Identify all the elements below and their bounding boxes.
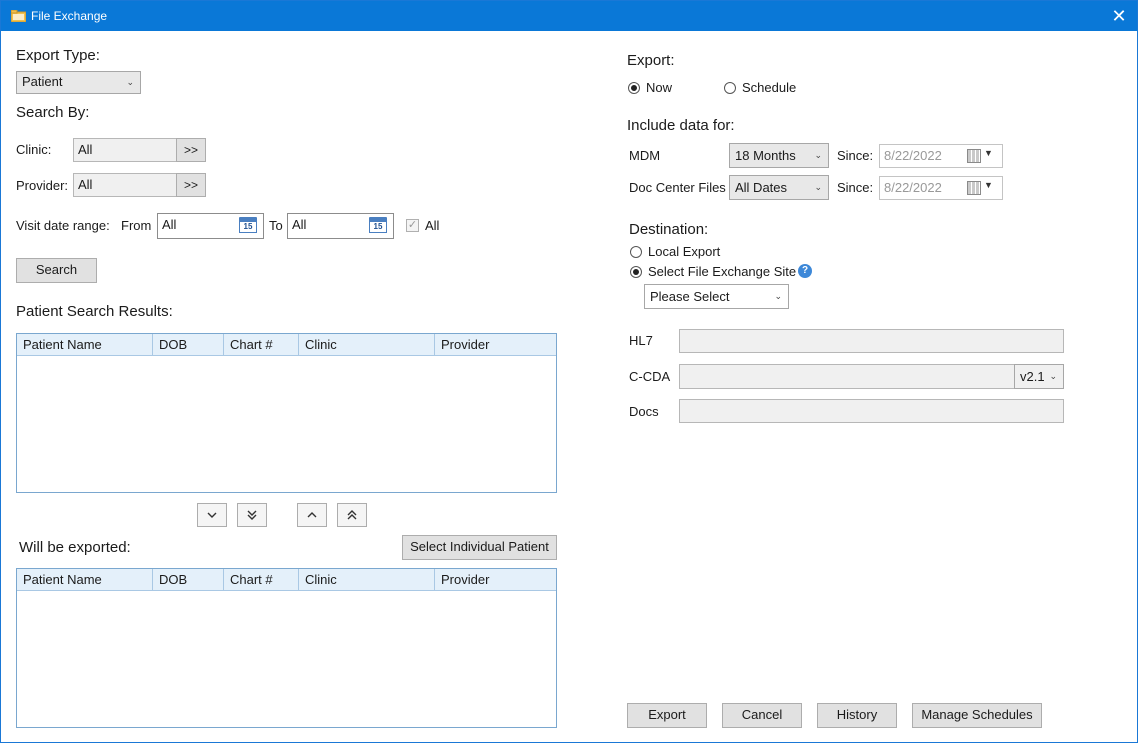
hl7-label: HL7 xyxy=(629,333,653,348)
mdm-since-label: Since: xyxy=(837,148,874,163)
provider-value: All xyxy=(78,177,93,192)
clinic-field[interactable]: All xyxy=(73,138,177,162)
local-export-radio[interactable] xyxy=(630,246,642,258)
hl7-field[interactable] xyxy=(679,329,1064,353)
column-clinic[interactable]: Clinic xyxy=(299,334,435,355)
column-clinic[interactable]: Clinic xyxy=(299,569,435,590)
calendar-icon[interactable] xyxy=(967,149,981,163)
will-be-exported-label: Will be exported: xyxy=(19,539,131,556)
chevron-down-icon: ⌄ xyxy=(1049,371,1057,381)
visit-date-range-label: Visit date range: xyxy=(16,218,110,233)
to-date-value: All xyxy=(292,217,307,232)
all-dates-label: All xyxy=(425,218,440,233)
ccda-field[interactable] xyxy=(679,364,1015,389)
column-patient-name[interactable]: Patient Name xyxy=(17,569,153,590)
mdm-range-value: 18 Months xyxy=(735,148,796,163)
chevron-down-icon: ⌄ xyxy=(814,182,822,192)
mdm-range-select[interactable]: 18 Months ⌄ xyxy=(729,143,829,168)
move-all-up-icon[interactable] xyxy=(337,503,367,527)
calendar-icon[interactable]: 15 xyxy=(369,217,387,233)
chevron-down-icon: ⌄ xyxy=(774,291,782,301)
doc-center-range-value: All Dates xyxy=(735,180,788,195)
calendar-icon[interactable] xyxy=(967,181,981,195)
column-dob[interactable]: DOB xyxy=(153,569,224,590)
mdm-since-value: 8/22/2022 xyxy=(884,148,942,163)
clinic-picker-button[interactable]: >> xyxy=(176,138,206,162)
file-exchange-window: File Exchange ✕ Export Type: Patient ⌄ S… xyxy=(0,0,1138,743)
column-chart[interactable]: Chart # xyxy=(224,569,299,590)
export-type-select[interactable]: Patient ⌄ xyxy=(16,71,141,94)
column-chart[interactable]: Chart # xyxy=(224,334,299,355)
file-exchange-site-select[interactable]: Please Select ⌄ xyxy=(644,284,789,309)
from-label: From xyxy=(121,218,152,233)
destination-label: Destination: xyxy=(629,221,709,238)
select-individual-patient-button[interactable]: Select Individual Patient xyxy=(402,535,557,560)
calendar-icon[interactable]: 15 xyxy=(239,217,257,233)
to-label: To xyxy=(269,218,283,233)
column-dob[interactable]: DOB xyxy=(153,334,224,355)
column-provider[interactable]: Provider xyxy=(435,334,556,355)
include-data-label: Include data for: xyxy=(627,117,735,134)
doc-since-value: 8/22/2022 xyxy=(884,180,942,195)
all-dates-checkbox[interactable]: ✓ xyxy=(406,219,419,232)
export-button[interactable]: Export xyxy=(627,703,707,728)
local-export-label: Local Export xyxy=(648,244,721,259)
chevron-down-icon: ⌄ xyxy=(814,150,822,160)
export-schedule-radio[interactable] xyxy=(724,82,736,94)
window-title: File Exchange xyxy=(31,9,108,23)
column-provider[interactable]: Provider xyxy=(435,569,556,590)
doc-since-label: Since: xyxy=(837,180,874,195)
export-type-value: Patient xyxy=(22,74,63,89)
chevron-down-icon[interactable]: ▼ xyxy=(984,180,993,190)
export-label: Export: xyxy=(627,52,675,69)
export-type-label: Export Type: xyxy=(16,47,100,64)
move-up-icon[interactable] xyxy=(297,503,327,527)
provider-field[interactable]: All xyxy=(73,173,177,197)
help-icon[interactable]: ? xyxy=(798,264,812,278)
folder-icon xyxy=(11,10,26,22)
move-all-down-icon[interactable] xyxy=(237,503,267,527)
cancel-button[interactable]: Cancel xyxy=(722,703,802,728)
column-patient-name[interactable]: Patient Name xyxy=(17,334,153,355)
docs-field[interactable] xyxy=(679,399,1064,423)
ccda-version-select[interactable]: v2.1 ⌄ xyxy=(1014,364,1064,389)
patient-search-results-label: Patient Search Results: xyxy=(16,303,173,320)
search-button[interactable]: Search xyxy=(16,258,97,283)
table-header: Patient Name DOB Chart # Clinic Provider xyxy=(17,334,556,356)
calendar-day: 15 xyxy=(369,221,387,233)
file-exchange-site-radio[interactable] xyxy=(630,266,642,278)
provider-picker-button[interactable]: >> xyxy=(176,173,206,197)
file-exchange-site-value: Please Select xyxy=(650,289,730,304)
chevron-down-icon[interactable]: ▼ xyxy=(984,148,993,158)
provider-label: Provider: xyxy=(16,178,69,193)
chevron-down-icon: ⌄ xyxy=(126,77,134,87)
clinic-value: All xyxy=(78,142,93,157)
export-now-label: Now xyxy=(646,80,673,95)
export-schedule-label: Schedule xyxy=(742,80,797,95)
manage-schedules-button[interactable]: Manage Schedules xyxy=(912,703,1042,728)
calendar-day: 15 xyxy=(239,221,257,233)
search-by-label: Search By: xyxy=(16,104,90,121)
clinic-label: Clinic: xyxy=(16,142,52,157)
export-now-radio[interactable] xyxy=(628,82,640,94)
search-results-table[interactable]: Patient Name DOB Chart # Clinic Provider xyxy=(16,333,557,493)
doc-center-label: Doc Center Files xyxy=(629,180,726,195)
history-button[interactable]: History xyxy=(817,703,897,728)
title-bar: File Exchange ✕ xyxy=(1,1,1137,31)
table-header: Patient Name DOB Chart # Clinic Provider xyxy=(17,569,556,591)
move-down-icon[interactable] xyxy=(197,503,227,527)
ccda-label: C-CDA xyxy=(629,369,671,384)
mdm-label: MDM xyxy=(629,148,661,163)
export-list-table[interactable]: Patient Name DOB Chart # Clinic Provider xyxy=(16,568,557,728)
doc-center-range-select[interactable]: All Dates ⌄ xyxy=(729,175,829,200)
ccda-version-value: v2.1 xyxy=(1020,369,1045,384)
docs-label: Docs xyxy=(629,404,659,419)
from-date-value: All xyxy=(162,217,177,232)
close-icon[interactable]: ✕ xyxy=(1109,6,1129,26)
file-exchange-site-label: Select File Exchange Site xyxy=(648,264,797,279)
